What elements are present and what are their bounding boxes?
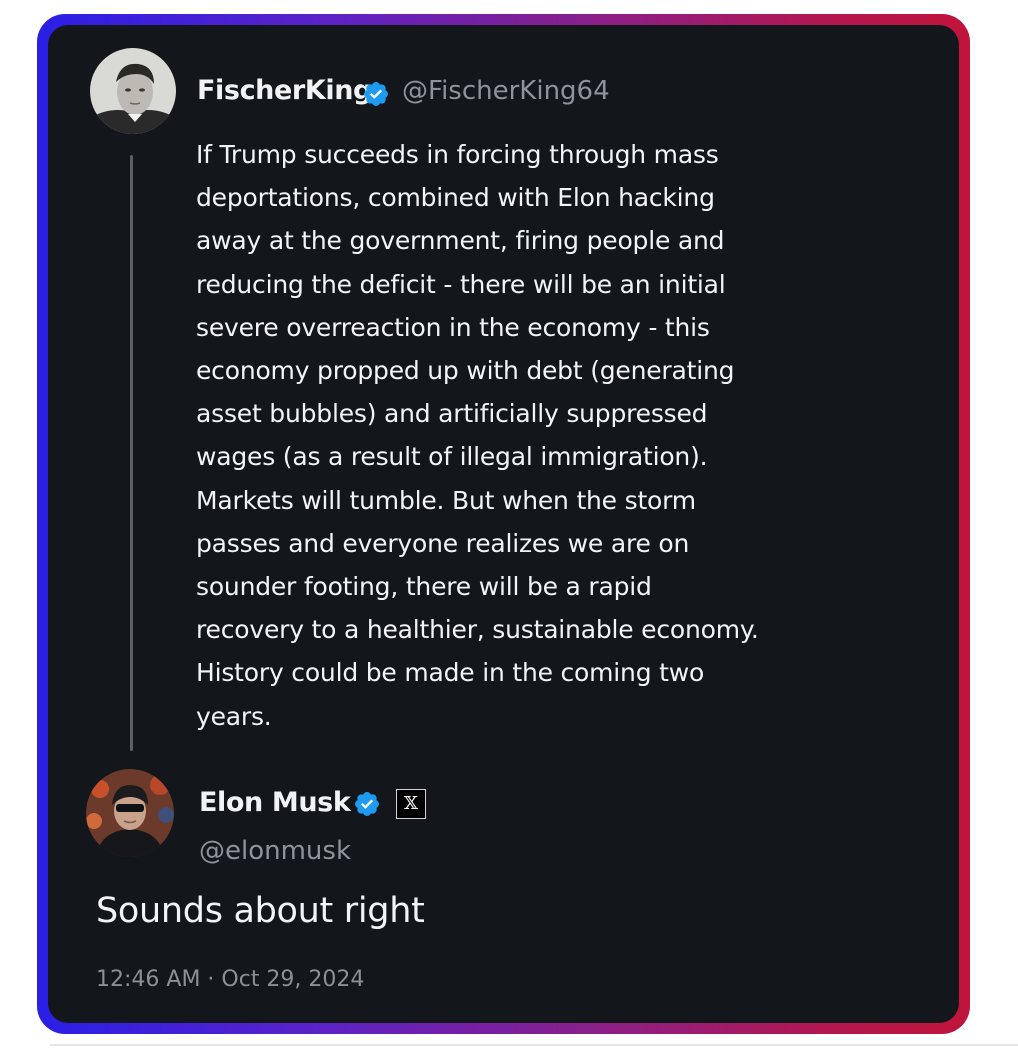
post-text-line: away at the government, firing people an…: [196, 226, 725, 256]
quoted-post-text: If Trump succeeds in forcing through mas…: [196, 133, 876, 738]
reply-post-text: Sounds about right: [96, 891, 425, 931]
post-text-line: Markets will tumble. But when the storm: [196, 485, 696, 515]
post-text-line: deportations, combined with Elon hacking: [196, 183, 715, 213]
elonmusk-avatar[interactable]: [86, 769, 174, 857]
post-card[interactable]: FischerKing @FischerKing64 If Trump succ…: [48, 25, 959, 1023]
reply-author-name[interactable]: Elon Musk: [199, 787, 351, 818]
verified-badge-icon: [364, 82, 388, 106]
thread-connector-line: [130, 155, 133, 751]
post-text-line: reducing the deficit - there will be an …: [196, 269, 726, 299]
post-text-line: wages (as a result of illegal immigratio…: [196, 442, 708, 472]
post-text-line: If Trump succeeds in forcing through mas…: [196, 140, 719, 169]
post-text-line: sounder footing, there will be a rapid: [196, 572, 652, 602]
quoted-author-handle[interactable]: @FischerKing64: [402, 76, 610, 106]
fischerking-avatar[interactable]: [90, 48, 176, 134]
x-affiliate-badge-icon[interactable]: 𝕏: [396, 789, 426, 819]
verified-badge-icon: [355, 792, 379, 816]
post-text-line: recovery to a healthier, sustainable eco…: [196, 615, 759, 645]
post-text-line: asset bubbles) and artificially suppress…: [196, 399, 708, 429]
post-text-line: years.: [196, 701, 272, 731]
post-timestamp[interactable]: 12:46 AM · Oct 29, 2024: [96, 967, 364, 992]
post-text-line: passes and everyone realizes we are on: [196, 528, 690, 558]
reply-author-handle[interactable]: @elonmusk: [199, 836, 351, 866]
post-text-line: economy propped up with debt (generating: [196, 356, 735, 386]
post-text-line: History could be made in the coming two: [196, 658, 705, 688]
quoted-author-name[interactable]: FischerKing: [197, 75, 372, 106]
page-divider: [50, 1044, 1018, 1046]
post-text-line: severe overreaction in the economy - thi…: [196, 312, 710, 342]
